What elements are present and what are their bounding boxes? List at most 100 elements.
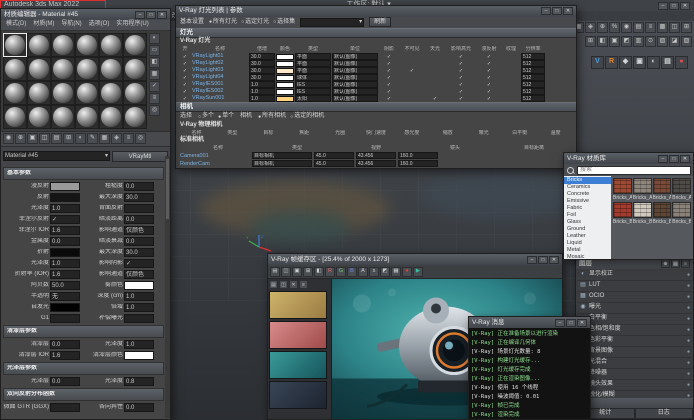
light-units-dropdown[interactable]: 默认(图像) [332, 67, 378, 74]
category-item[interactable]: Emissive [564, 198, 611, 205]
param-value[interactable] [124, 281, 154, 290]
window-button[interactable]: ✕ [680, 2, 690, 10]
lights-rollout-bar[interactable]: 灯光 [176, 28, 576, 38]
light-type-dropdown[interactable]: 平面 [295, 60, 331, 67]
vfb-tool-icon[interactable]: ◫ [281, 267, 291, 277]
layers-header-icon[interactable]: ⊕ [661, 259, 670, 268]
vfb-tool-icon[interactable]: ▤ [270, 267, 280, 277]
light-multiplier-field[interactable]: 30.0 [249, 74, 275, 81]
param-value[interactable]: 1.6 [50, 270, 80, 279]
material-sample[interactable] [123, 33, 147, 57]
light-filter-radio[interactable]: ○选择集 [273, 19, 295, 26]
material-sample[interactable] [99, 81, 123, 105]
param-value[interactable]: 1.0 [50, 259, 80, 268]
window-button[interactable]: □ [146, 11, 156, 19]
material-type-button[interactable]: VRayMtl [112, 151, 168, 162]
affect-specular-checkbox[interactable]: ✓ [446, 54, 476, 60]
shadow-checkbox[interactable]: ✓ [379, 82, 399, 88]
scrollbar-thumb[interactable] [166, 159, 169, 219]
layer-item[interactable]: ◉ 曝光 ● [577, 303, 692, 314]
param-value[interactable]: 仅颜色 [124, 270, 154, 279]
light-units-dropdown[interactable]: 默认(图像) [332, 60, 378, 67]
affect-diffuse-checkbox[interactable]: ✓ [477, 75, 501, 81]
material-sample[interactable] [3, 81, 27, 105]
toolbar-icon[interactable]: ⊞ [585, 36, 596, 47]
light-on-checkbox[interactable]: ✓ [179, 61, 191, 67]
light-name-button[interactable]: VRayIES001 [192, 81, 248, 88]
material-thumbnail[interactable]: Bricks_B02 [633, 202, 652, 225]
shadow-checkbox[interactable]: ✓ [379, 75, 399, 81]
light-multiplier-field[interactable]: 30.0 [249, 53, 275, 60]
light-name-button[interactable]: VRayLight01 [192, 53, 248, 60]
toolbar-icon[interactable]: ◩ [621, 36, 632, 47]
light-type-dropdown[interactable]: 平面 [295, 53, 331, 60]
history-thumbnail[interactable] [269, 381, 327, 409]
history-thumbnail[interactable] [269, 291, 327, 319]
material-sample[interactable] [51, 57, 75, 81]
vfb-tool-icon[interactable]: R [325, 267, 335, 277]
search-input[interactable] [577, 166, 691, 175]
light-on-checkbox[interactable]: ✓ [179, 89, 191, 95]
history-tool-icon[interactable]: ▤ [269, 280, 278, 289]
window-button[interactable]: – [658, 155, 668, 163]
window-button[interactable]: ✕ [157, 11, 167, 19]
light-color-swatch[interactable] [276, 96, 294, 102]
bottom-tab[interactable]: 日志 [635, 408, 694, 419]
window-button[interactable]: □ [552, 7, 562, 15]
layer-item[interactable]: ◑ 白平衡 ● [577, 314, 692, 325]
scrollbar[interactable] [165, 156, 170, 418]
light-units-dropdown[interactable]: 默认(图像) [332, 74, 378, 81]
camera-name-button[interactable]: RenderCam [180, 161, 250, 168]
material-name-dropdown[interactable]: Material #45 ▾ [3, 151, 110, 161]
messages-titlebar[interactable]: V-Ray 消息 –□✕ [469, 317, 590, 328]
light-filter-radio[interactable]: ●所有灯光 [209, 19, 237, 26]
window-button[interactable]: – [658, 2, 668, 10]
affect-specular-checkbox[interactable]: ✓ [446, 68, 476, 74]
sample-tool-icon[interactable]: ✓ [149, 81, 160, 92]
param-value[interactable]: 0.0 [124, 403, 154, 412]
light-type-dropdown[interactable]: 平面 [295, 67, 331, 74]
history-thumbnail[interactable] [269, 321, 327, 349]
material-sample[interactable] [75, 57, 99, 81]
affect-specular-checkbox[interactable]: ✓ [446, 75, 476, 81]
camera-fov-field[interactable]: 45.0 [314, 152, 354, 159]
visibility-icon[interactable]: ● [687, 305, 690, 311]
editor-tool-icon[interactable]: ⊞ [63, 133, 74, 144]
select-mode-radio[interactable]: ●单个 [218, 113, 234, 120]
light-units-dropdown[interactable]: 默认(图像) [332, 53, 378, 60]
param-value[interactable]: 1.6 [50, 351, 80, 360]
toolbar-icon[interactable]: ▩ [657, 22, 668, 33]
param-value[interactable] [124, 204, 154, 213]
light-name-button[interactable]: VRayLight04 [192, 74, 248, 81]
light-name-button[interactable]: VRayLight02 [192, 60, 248, 67]
category-item[interactable]: Concrete [564, 191, 611, 198]
vray-toolbar-icon[interactable]: ◆ [619, 56, 632, 69]
light-type-dropdown[interactable]: 太阳 [295, 95, 331, 102]
material-library-titlebar[interactable]: V-Ray 材质库 –□✕ [564, 153, 693, 164]
layer-item[interactable]: ◐ 显示校正 ● [577, 270, 692, 281]
vray-toolbar-icon[interactable]: ▤ [661, 56, 674, 69]
material-sample[interactable] [27, 81, 51, 105]
param-value[interactable]: 1.0 [124, 303, 154, 312]
category-item[interactable]: Mosaic [564, 254, 611, 259]
toolbar-icon[interactable]: ⊞ [681, 22, 692, 33]
light-units-dropdown[interactable]: 默认(图像) [332, 88, 378, 95]
editor-tool-icon[interactable]: ▤ [51, 133, 62, 144]
layer-item[interactable]: ◓ 色彩平衡 ● [577, 336, 692, 347]
material-editor-titlebar[interactable]: 材质编辑器 - Material #45 –□✕ [1, 9, 170, 20]
vfb-tool-icon[interactable]: ▶ [413, 267, 423, 277]
param-value[interactable] [50, 193, 80, 202]
param-value[interactable] [124, 314, 154, 323]
toolbar-icon[interactable]: ◈ [585, 22, 596, 33]
log-output[interactable]: [V-Ray] 正在准备场景以进行渲染[V-Ray] 正在编译几何体[V-Ray… [469, 328, 590, 419]
param-value[interactable]: 无 [50, 292, 80, 301]
sample-tool-icon[interactable]: ≡ [149, 93, 160, 104]
param-value[interactable]: 0.0 [50, 377, 80, 386]
shadow-checkbox[interactable]: ✓ [379, 89, 399, 95]
camera-target-distance-field[interactable]: 160.0 [398, 160, 438, 167]
param-value[interactable]: ✓ [50, 215, 80, 224]
affect-diffuse-checkbox[interactable]: ✓ [477, 68, 501, 74]
editor-tool-icon[interactable]: ◐ [75, 133, 86, 144]
history-tool-icon[interactable]: ◫ [279, 280, 288, 289]
material-sample[interactable] [27, 105, 51, 129]
